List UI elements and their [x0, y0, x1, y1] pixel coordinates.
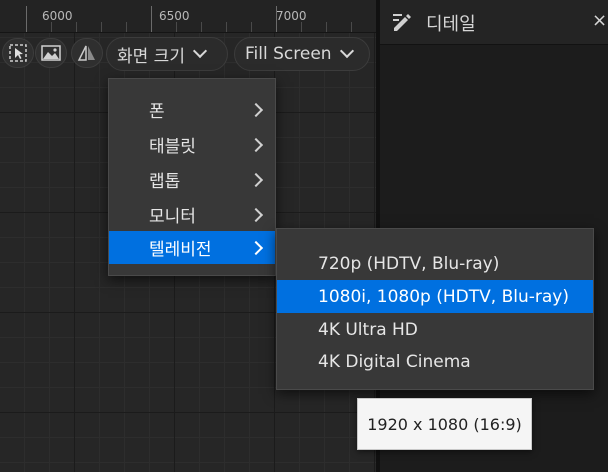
menu-item-laptop[interactable]: 랩톱: [109, 163, 275, 196]
menu-item-label: 4K Digital Cinema: [318, 351, 471, 372]
chevron-down-icon: [192, 43, 208, 59]
image-icon: [41, 45, 61, 61]
menu-item-phone[interactable]: 폰: [109, 93, 275, 126]
menu-item-label: 720p (HDTV, Blu-ray): [318, 253, 500, 274]
menu-item-label: 폰: [149, 102, 165, 122]
chevron-right-icon: [248, 102, 264, 118]
menu-item-tablet[interactable]: 태블릿: [109, 128, 275, 161]
screen-size-dropdown[interactable]: 화면 크기: [106, 37, 228, 71]
menu-item-720p[interactable]: 720p (HDTV, Blu-ray): [277, 247, 593, 280]
chevron-right-icon: [248, 240, 264, 256]
mirror-icon: [77, 45, 95, 61]
menu-item-label: 1080i, 1080p (HDTV, Blu-ray): [318, 286, 569, 307]
details-tab[interactable]: 디테일 ×: [380, 0, 608, 45]
menu-item-label: 4K Ultra HD: [318, 319, 418, 340]
menu-item-television[interactable]: 텔레비전: [109, 231, 275, 264]
menu-item-4k-digital-cinema[interactable]: 4K Digital Cinema: [277, 345, 593, 378]
menu-item-1080p[interactable]: 1080i, 1080p (HDTV, Blu-ray): [277, 280, 593, 313]
close-icon[interactable]: ×: [592, 10, 607, 31]
background-image-button[interactable]: [35, 38, 67, 68]
fill-screen-dropdown[interactable]: Fill Screen: [234, 37, 370, 71]
device-category-menu: 폰 태블릿 랩톱 모니터 텔레비전: [108, 78, 276, 276]
fill-screen-label: Fill Screen: [245, 44, 332, 64]
select-mode-button[interactable]: [2, 38, 34, 68]
horizontal-ruler: 6000 6500 7000: [0, 0, 376, 33]
tooltip-text: 1920 x 1080 (16:9): [367, 414, 522, 434]
chevron-down-icon: [339, 43, 354, 59]
menu-item-label: 모니터: [149, 207, 196, 227]
menu-item-monitor[interactable]: 모니터: [109, 198, 275, 231]
menu-item-label: 태블릿: [149, 137, 196, 157]
resolution-tooltip: 1920 x 1080 (16:9): [357, 398, 532, 450]
select-icon: [9, 44, 27, 62]
chevron-right-icon: [248, 172, 264, 188]
chevron-right-icon: [248, 207, 264, 223]
chevron-right-icon: [248, 137, 264, 153]
menu-item-label: 랩톱: [149, 172, 181, 192]
menu-item-4k-ultra-hd[interactable]: 4K Ultra HD: [277, 313, 593, 346]
ruler-label: 6500: [159, 9, 190, 23]
edit-icon: [393, 14, 411, 31]
screen-size-label: 화면 크기: [117, 46, 185, 67]
mirror-button[interactable]: [71, 38, 103, 68]
television-submenu: 720p (HDTV, Blu-ray) 1080i, 1080p (HDTV,…: [276, 228, 594, 390]
ruler-label: 7000: [276, 9, 307, 23]
menu-item-label: 텔레비전: [149, 240, 212, 260]
details-title: 디테일: [426, 14, 476, 35]
ruler-label: 6000: [42, 9, 73, 23]
